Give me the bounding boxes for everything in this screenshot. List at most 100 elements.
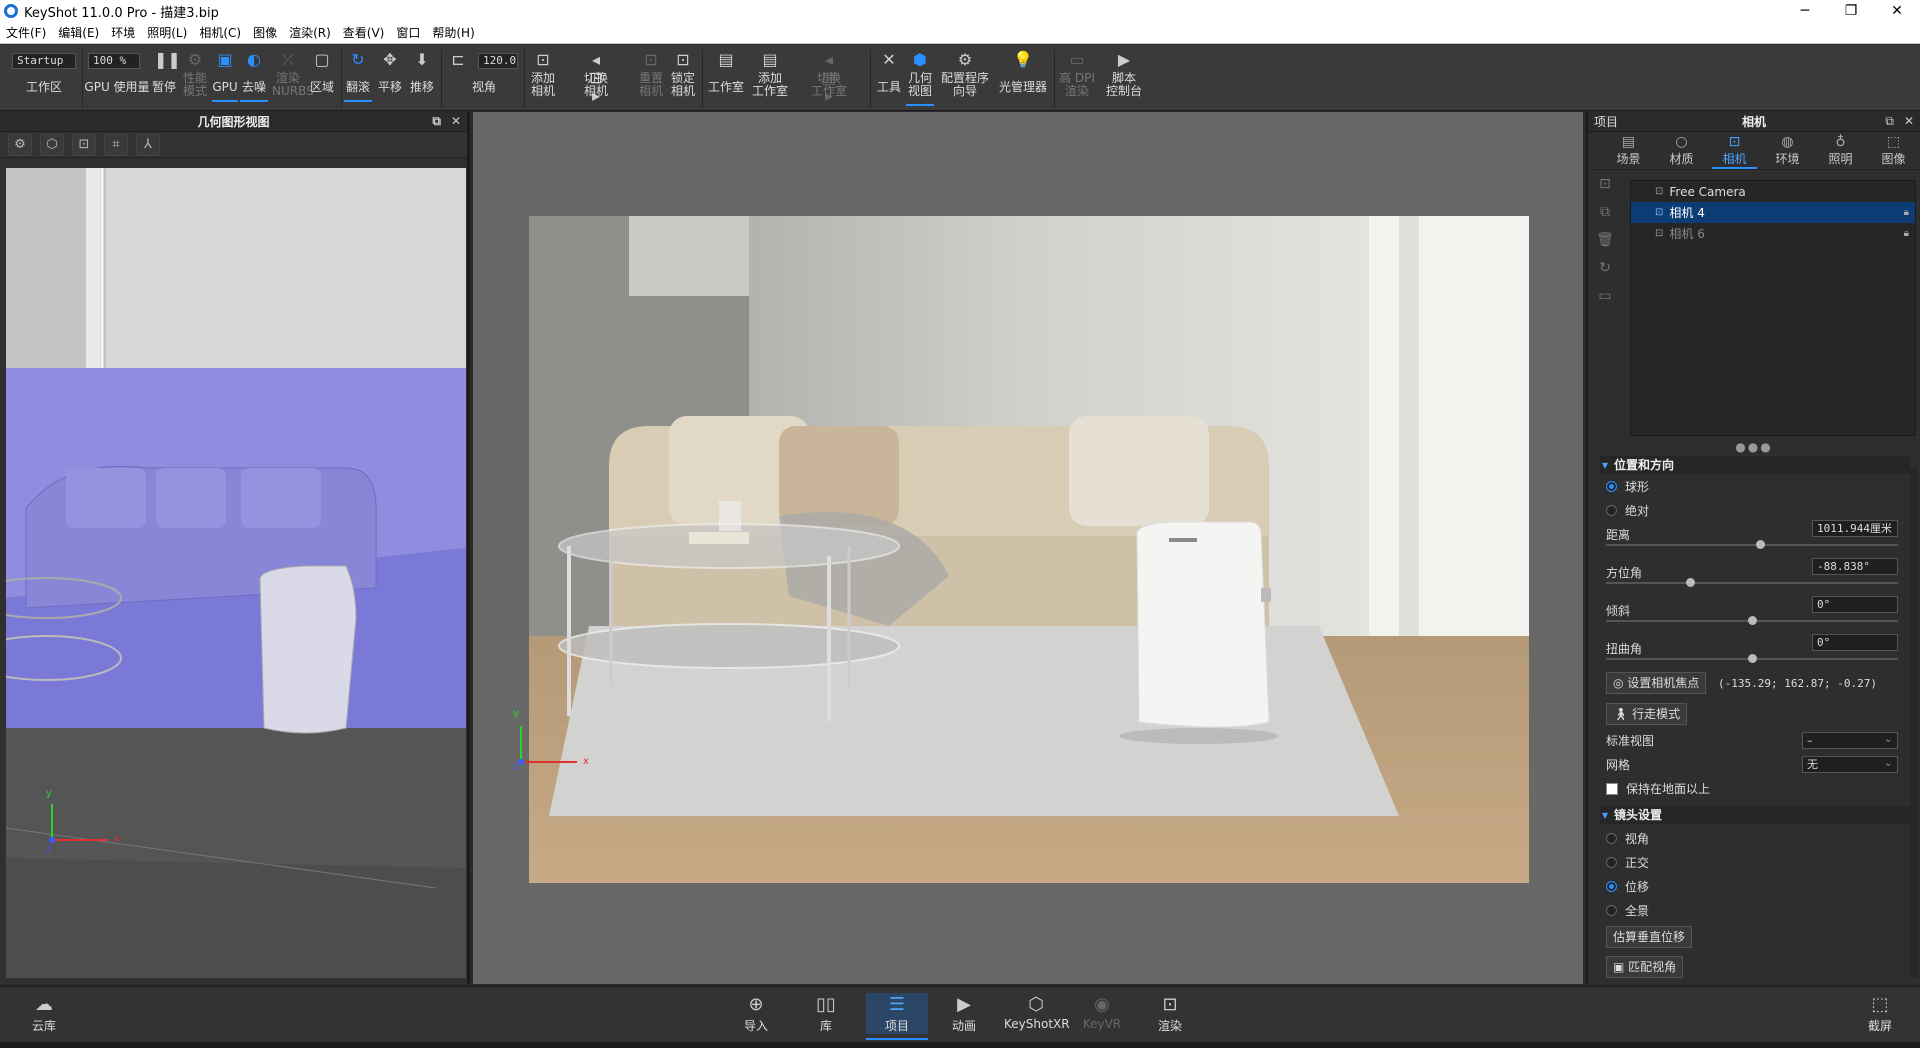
- azimuth-slider[interactable]: [1606, 578, 1898, 587]
- twist-field[interactable]: 0°: [1812, 634, 1898, 651]
- performance-mode-button[interactable]: ⚙ 性能 模式: [182, 51, 208, 98]
- match-fov-button[interactable]: ▣ 匹配视角: [1606, 956, 1684, 978]
- geometry-view-button[interactable]: ⬢ 几何 视图: [906, 51, 934, 106]
- trash-icon[interactable]: 🗑: [1594, 232, 1616, 260]
- axis-icon[interactable]: ⅄: [136, 133, 160, 156]
- lens-shift-radio[interactable]: 位移: [1606, 878, 1649, 895]
- gpu-usage-field[interactable]: 100 %: [88, 53, 140, 69]
- lock-camera-button[interactable]: ⊡ 锁定 相机: [668, 51, 698, 98]
- menu-image[interactable]: 图像: [247, 24, 283, 41]
- refresh-icon[interactable]: ↻: [1594, 260, 1616, 288]
- add-studio-button[interactable]: ▤ 添加 工作室: [750, 51, 790, 98]
- close-panel-icon[interactable]: ✕: [451, 114, 461, 129]
- estimate-shift-button[interactable]: 估算垂直位移: [1606, 926, 1693, 948]
- maximize-button[interactable]: ❐: [1828, 3, 1874, 19]
- config-wizard-button[interactable]: ⚙ 配置程序 向导: [938, 51, 992, 98]
- wireframe-icon[interactable]: ⌗: [104, 133, 128, 156]
- screenshot-button[interactable]: ⬚ 截屏: [1852, 993, 1908, 1034]
- library-button[interactable]: ▯▯ 库: [798, 993, 854, 1034]
- slider-knob[interactable]: [1748, 654, 1757, 663]
- switch-studio-button[interactable]: ◂ ▤ ▸ 切换 工作室: [800, 51, 858, 105]
- tools-button[interactable]: ✕ 工具: [876, 51, 902, 94]
- cloud-library-button[interactable]: ☁ 云库: [16, 993, 72, 1034]
- add-camera-icon[interactable]: ⊡: [1594, 176, 1616, 204]
- camera-item-4[interactable]: ⊡ 相机 4 🔒︎: [1631, 202, 1915, 223]
- mode-absolute-radio[interactable]: 绝对: [1606, 502, 1649, 519]
- inclination-slider[interactable]: [1606, 616, 1898, 625]
- workspace-select[interactable]: Startup: [12, 53, 76, 69]
- menu-environment[interactable]: 环境: [105, 24, 141, 41]
- keyvr-button[interactable]: ◉ KeyVR: [1074, 993, 1130, 1031]
- light-manager-button[interactable]: 💡 光管理器: [996, 51, 1050, 94]
- minimize-button[interactable]: ─: [1782, 3, 1828, 19]
- hdpi-render-button[interactable]: ▭ 高 DPI 渲染: [1058, 51, 1096, 98]
- camera-item-6[interactable]: ⊡ 相机 6 🔒︎: [1631, 223, 1915, 244]
- tumble-button[interactable]: ↻ 翻滚: [344, 51, 372, 102]
- lens-section-header[interactable]: 镜头设置: [1600, 806, 1910, 824]
- tab-camera[interactable]: ⊡ 相机: [1708, 132, 1761, 169]
- close-panel-icon[interactable]: ✕: [1904, 114, 1914, 129]
- reset-camera-button[interactable]: ⊡ 重置 相机: [636, 51, 666, 98]
- splitter-handle[interactable]: ●●●: [1588, 440, 1920, 454]
- geometry-viewport[interactable]: y x z: [6, 168, 466, 978]
- denoise-toggle[interactable]: ◐ 去噪: [240, 51, 268, 102]
- fov-field[interactable]: 120.0: [478, 53, 518, 69]
- lock-icon[interactable]: 🔒︎: [1904, 228, 1909, 239]
- standard-view-select[interactable]: –: [1802, 731, 1898, 749]
- cube-icon[interactable]: ⬡: [40, 133, 64, 156]
- render-button[interactable]: ⊡ 渲染: [1142, 993, 1198, 1034]
- script-console-button[interactable]: ▶ 脚本 控制台: [1104, 51, 1144, 98]
- lock-icon[interactable]: 🔒︎: [1904, 207, 1909, 218]
- grid-select[interactable]: 无: [1802, 755, 1898, 773]
- distance-field[interactable]: 1011.944厘米: [1812, 520, 1898, 537]
- pause-button[interactable]: ❚❚ 暂停: [150, 51, 181, 94]
- position-section-header[interactable]: 位置和方向: [1600, 456, 1910, 474]
- animation-button[interactable]: ▶ 动画: [936, 993, 992, 1034]
- mode-sphere-radio[interactable]: 球形: [1606, 478, 1649, 495]
- render-nurbs-button[interactable]: ⤫ 渲染 NURBS: [272, 51, 314, 98]
- distance-slider[interactable]: [1606, 540, 1898, 549]
- switch-camera-button[interactable]: ◂ ⊡ ▸ 切换 相机: [568, 51, 624, 105]
- save-icon[interactable]: ▭: [1594, 288, 1616, 316]
- menu-edit[interactable]: 编辑(E): [52, 24, 105, 41]
- walk-mode-button[interactable]: 🚶︎ 行走模式: [1606, 703, 1688, 725]
- inclination-field[interactable]: 0°: [1812, 596, 1898, 613]
- tab-material[interactable]: ○ 材质: [1655, 132, 1708, 169]
- undock-icon[interactable]: ⧉: [1885, 114, 1894, 129]
- slider-knob[interactable]: [1756, 540, 1765, 549]
- menu-view[interactable]: 查看(V): [337, 24, 391, 41]
- menu-help[interactable]: 帮助(H): [426, 24, 480, 41]
- project-button[interactable]: ☰ 项目: [866, 993, 928, 1040]
- azimuth-field[interactable]: -88.838°: [1812, 558, 1898, 575]
- gpu-toggle[interactable]: ▣ GPU: [212, 51, 238, 102]
- tab-lighting[interactable]: ♁ 照明: [1814, 132, 1867, 169]
- render-viewport[interactable]: y x z: [473, 112, 1583, 984]
- lens-ortho-radio[interactable]: 正交: [1606, 854, 1649, 871]
- menu-file[interactable]: 文件(F): [0, 24, 52, 41]
- lens-fov-radio[interactable]: 视角: [1606, 830, 1649, 847]
- menu-window[interactable]: 窗口: [390, 24, 426, 41]
- pan-button[interactable]: ✥ 平移: [376, 51, 404, 94]
- camera-icon[interactable]: ⊡: [72, 133, 96, 156]
- add-camera-button[interactable]: ⊡ 添加 相机: [528, 51, 558, 98]
- keyshotxr-button[interactable]: ⬡ KeyShotXR: [1004, 993, 1070, 1031]
- set-focus-button[interactable]: ◎ 设置相机焦点: [1606, 672, 1707, 694]
- menu-camera[interactable]: 相机(C): [193, 24, 247, 41]
- slider-knob[interactable]: [1748, 616, 1757, 625]
- tab-scene[interactable]: ▤ 场景: [1602, 132, 1655, 169]
- close-button[interactable]: ✕: [1874, 3, 1920, 19]
- lens-pano-radio[interactable]: 全景: [1606, 902, 1649, 919]
- gear-icon[interactable]: ⚙: [8, 133, 32, 156]
- menu-lighting[interactable]: 照明(L): [141, 24, 193, 41]
- studio-button[interactable]: ▤ 工作室: [706, 51, 746, 94]
- slider-knob[interactable]: [1686, 578, 1695, 587]
- menu-render[interactable]: 渲染(R): [283, 24, 337, 41]
- camera-item-free[interactable]: ⊡ Free Camera: [1631, 181, 1915, 202]
- region-button[interactable]: ▢ 区域: [308, 51, 336, 94]
- tab-image[interactable]: ⬚ 图像: [1867, 132, 1920, 169]
- dolly-button[interactable]: ⬇ 推移: [408, 51, 436, 94]
- undock-icon[interactable]: ⧉: [432, 114, 441, 129]
- duplicate-camera-icon[interactable]: ⧉: [1594, 204, 1616, 232]
- import-button[interactable]: ⊕ 导入: [728, 993, 784, 1034]
- twist-slider[interactable]: [1606, 654, 1898, 663]
